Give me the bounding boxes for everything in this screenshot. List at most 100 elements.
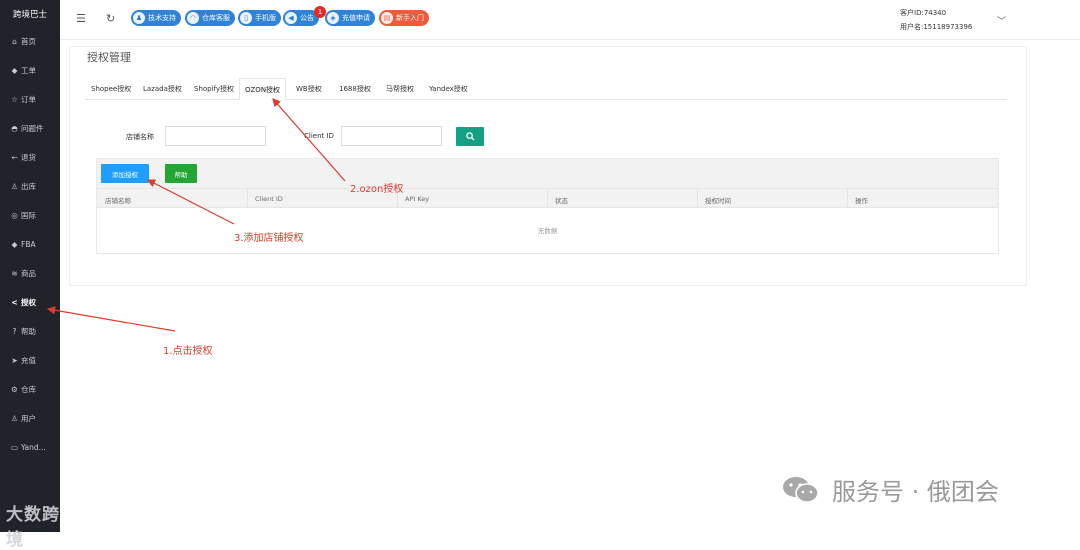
sidebar-item-orders[interactable]: ☆ 订单: [0, 88, 60, 110]
sidebar-item-home[interactable]: ⌂ 首页: [0, 30, 60, 52]
sidebar-item-products[interactable]: ≋ 商品: [0, 262, 60, 284]
support-icon: ♟: [133, 12, 145, 24]
tab-mabang[interactable]: 马帮授权: [386, 84, 414, 94]
auth-table: 添加授权 帮助 店铺名称 Client ID API Key 状态 授权时间 操…: [96, 158, 999, 254]
sidebar-item-label: 首页: [21, 36, 36, 46]
platform-tabs: Shopee授权 Lazada授权 Shopify授权 OZON授权 WB授权 …: [85, 78, 1007, 100]
sidebar-item-tickets[interactable]: ◆ 工单: [0, 59, 60, 81]
warehouse-service-button[interactable]: ◠ 仓库客服: [185, 10, 235, 26]
table-toolbar: 添加授权 帮助: [97, 159, 998, 188]
tab-shopify[interactable]: Shopify授权: [194, 84, 234, 94]
book-icon: ▤: [381, 12, 393, 24]
sidebar-item-label: 问题件: [21, 123, 44, 133]
sidebar-item-label: FBA: [21, 239, 36, 249]
headset-icon: ◠: [187, 12, 199, 24]
search-icon: [465, 132, 475, 141]
home-icon: ⌂: [12, 36, 17, 46]
sidebar-item-label: 充值: [21, 355, 36, 365]
client-id-input[interactable]: [341, 126, 442, 146]
column-status: 状态: [555, 197, 568, 205]
customer-id: 客户ID:74340: [900, 9, 947, 17]
arrow-step1: [46, 306, 176, 332]
tech-support-button[interactable]: ♟ 技术支持: [131, 10, 181, 26]
megaphone-icon: ◀: [285, 12, 297, 24]
user-icon: ♙: [11, 413, 18, 423]
return-arrow-icon: ←: [11, 152, 18, 162]
refresh-icon[interactable]: ↻: [106, 12, 115, 25]
watermark-text: 服务号 · 俄团会: [832, 478, 999, 506]
table-header: 店铺名称 Client ID API Key 状态 授权时间 操作: [97, 188, 998, 208]
sidebar-item-users[interactable]: ♙ 用户: [0, 407, 60, 429]
tab-wb[interactable]: WB授权: [296, 84, 322, 94]
tab-1688[interactable]: 1688授权: [339, 84, 371, 94]
star-icon: ☆: [11, 94, 18, 104]
client-id-label: Client ID: [304, 132, 334, 140]
shop-name-label: 店铺名称: [126, 133, 154, 141]
annotation-step3: 3.添加店铺授权: [234, 233, 304, 244]
warehouse-out-icon: ♙: [11, 181, 18, 191]
column-api-key: API Key: [405, 195, 430, 203]
sidebar-item-label: 退货: [21, 152, 36, 162]
globe-icon: ◎: [11, 210, 18, 220]
sidebar-item-label: 授权: [21, 297, 36, 307]
sidebar-item-help[interactable]: ? 帮助: [0, 320, 60, 342]
shop-name-input[interactable]: [165, 126, 266, 146]
ticket-icon: ◆: [11, 65, 18, 75]
mobile-version-button[interactable]: ▯ 手机版: [238, 10, 281, 26]
card-icon: ▭: [10, 442, 19, 452]
tab-lazada[interactable]: Lazada授权: [143, 84, 182, 94]
menu-collapse-icon[interactable]: ☰: [76, 12, 86, 25]
chevron-down-icon[interactable]: ﹀: [997, 14, 1006, 27]
sidebar-item-label: 仓库: [21, 384, 36, 394]
sidebar-item-label: Yand...: [21, 442, 46, 452]
tab-shopee[interactable]: Shopee授权: [91, 84, 131, 94]
sidebar-item-authorization[interactable]: < 授权: [0, 291, 60, 313]
tab-yandex[interactable]: Yandex授权: [429, 84, 468, 94]
sidebar-item-returns[interactable]: ← 退货: [0, 146, 60, 168]
sidebar-item-label: 帮助: [21, 326, 36, 336]
column-client-id: Client ID: [255, 195, 283, 203]
sidebar: 跨境巴士 ⌂ 首页 ◆ 工单 ☆ 订单 ◓ 问题件 ← 退货 ♙ 出库 ◎ 国际 ◆ FBA ≋…: [0, 0, 60, 550]
bag-icon: ◓: [11, 123, 18, 133]
sidebar-item-recharge[interactable]: ➤ 充值: [0, 349, 60, 371]
add-authorization-button[interactable]: 添加授权: [101, 164, 149, 183]
wallet-icon: ◈: [327, 12, 339, 24]
column-actions: 操作: [855, 197, 868, 205]
annotation-step2: 2.ozon授权: [350, 184, 404, 195]
beginner-guide-button[interactable]: ▤ 新手入门: [379, 10, 429, 26]
help-button[interactable]: 帮助: [165, 164, 197, 183]
sidebar-item-warehouse[interactable]: ⚙ 仓库: [0, 378, 60, 400]
sidebar-item-outbound[interactable]: ♙ 出库: [0, 175, 60, 197]
column-shop-name: 店铺名称: [105, 197, 131, 205]
sidebar-item-problem-items[interactable]: ◓ 问题件: [0, 117, 60, 139]
table-empty-text: 无数据: [537, 227, 558, 235]
gear-icon: ⚙: [11, 384, 18, 394]
annotation-step1: 1.点击授权: [163, 346, 213, 357]
recharge-request-button[interactable]: ◈ 充值申请: [325, 10, 375, 26]
sidebar-item-label: 国际: [21, 210, 36, 220]
sidebar-item-label: 工单: [21, 65, 36, 75]
sidebar-item-label: 商品: [21, 268, 36, 278]
sidebar-item-label: 用户: [21, 413, 36, 423]
share-icon: <: [11, 297, 18, 307]
sidebar-app-title: 跨境巴士: [12, 10, 47, 20]
username: 用户名:15118973396: [900, 23, 973, 31]
wechat-icon: [782, 476, 820, 504]
search-button[interactable]: [456, 127, 484, 146]
sidebar-item-label: 订单: [21, 94, 36, 104]
tab-ozon[interactable]: OZON授权: [239, 78, 287, 100]
sidebar-item-fba[interactable]: ◆ FBA: [0, 233, 60, 255]
sidebar-item-label: 出库: [21, 181, 36, 191]
sidebar-footer-watermark: 大数跨境: [6, 505, 60, 550]
user-info: 客户ID:74340 用户名:15118973396: [900, 6, 972, 34]
page-title: 授权管理: [87, 51, 131, 64]
send-icon: ➤: [11, 355, 18, 365]
sidebar-item-yandex[interactable]: ▭ Yand...: [0, 436, 60, 458]
question-icon: ?: [12, 326, 17, 336]
phone-icon: ▯: [240, 12, 252, 24]
diamond-icon: ◆: [11, 239, 18, 249]
database-icon: ≋: [11, 268, 18, 278]
column-auth-time: 授权时间: [705, 197, 731, 205]
sidebar-item-international[interactable]: ◎ 国际: [0, 204, 60, 226]
wechat-watermark: 服务号 · 俄团会: [782, 472, 999, 507]
